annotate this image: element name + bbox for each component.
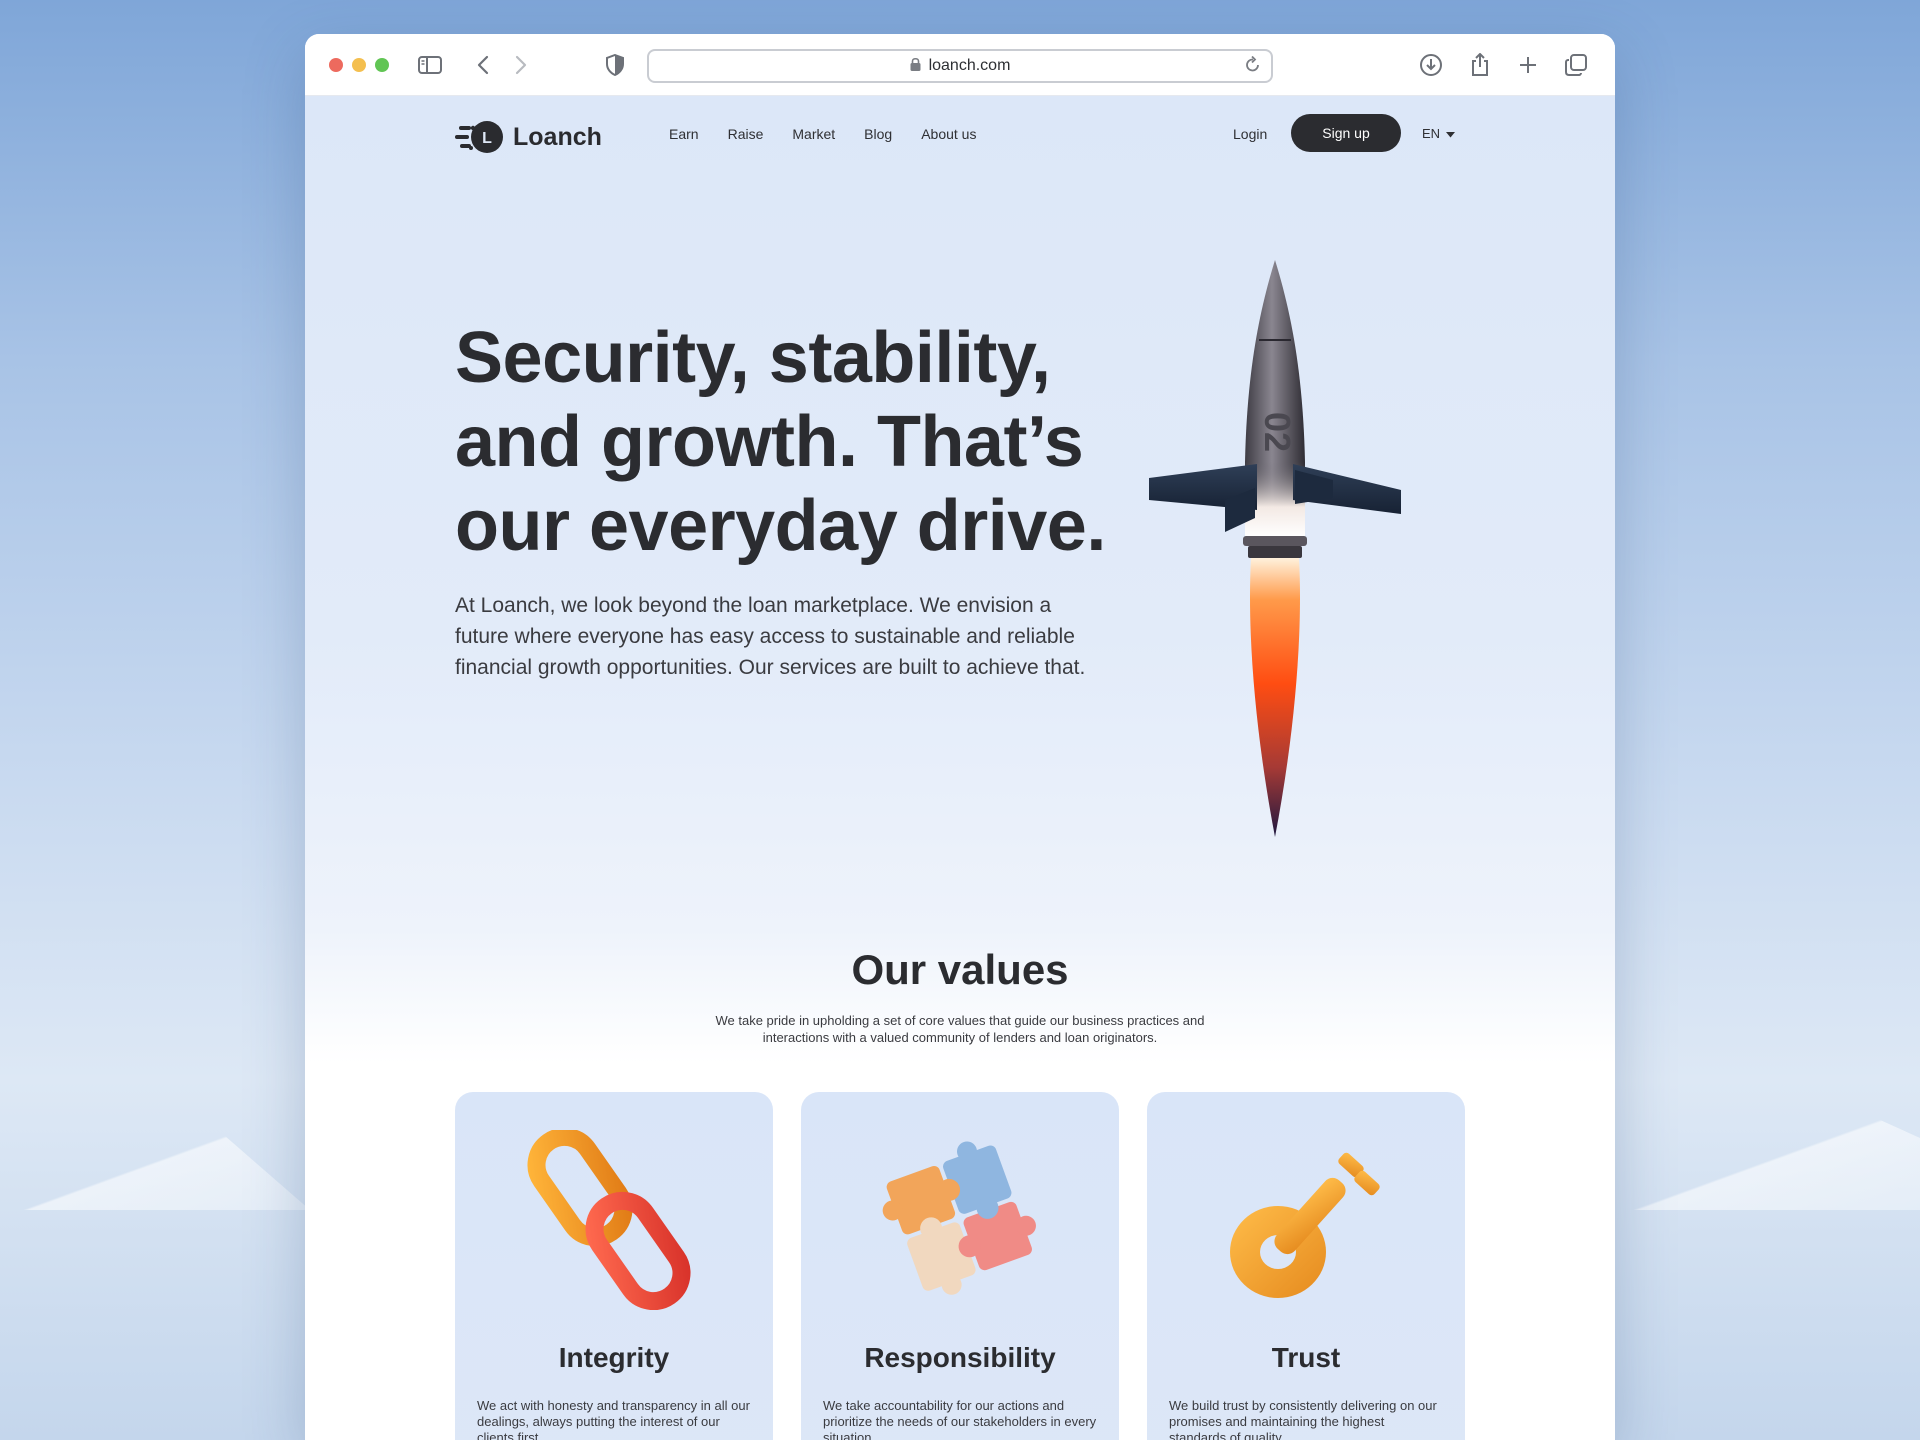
- values-subtitle: We take pride in upholding a set of core…: [715, 1013, 1205, 1045]
- address-bar[interactable]: loanch.com: [647, 49, 1273, 83]
- background-mountain-left: [0, 1102, 310, 1210]
- forward-icon[interactable]: [508, 52, 534, 78]
- caret-down-icon: [1446, 126, 1456, 141]
- tabs-overview-icon[interactable]: [1563, 52, 1589, 78]
- chain-icon: [514, 1127, 714, 1311]
- card-description: We take accountability for our actions a…: [823, 1398, 1097, 1440]
- browser-toolbar: loanch.com: [305, 34, 1615, 96]
- card-title: Trust: [1271, 1342, 1341, 1373]
- share-icon[interactable]: [1467, 52, 1493, 78]
- rocket-number-label: 02: [1257, 412, 1298, 452]
- brand-name: Loanch: [513, 122, 602, 151]
- close-window-button[interactable]: [329, 58, 343, 72]
- hero-description: At Loanch, we look beyond the loan marke…: [455, 594, 1086, 679]
- card-title: Responsibility: [864, 1342, 1056, 1373]
- card-description: We build trust by consistently deliverin…: [1169, 1398, 1437, 1440]
- hero-heading: Security, stability, and growth. That’s …: [455, 318, 1106, 566]
- shield-icon[interactable]: [602, 52, 628, 78]
- puzzle-icon: [860, 1130, 1060, 1310]
- url-text: loanch.com: [928, 57, 1011, 74]
- nav-link-earn[interactable]: Earn: [669, 126, 699, 142]
- login-link[interactable]: Login: [1233, 126, 1267, 142]
- card-title: Integrity: [558, 1342, 670, 1373]
- browser-window: loanch.com L Loanch Earn Raise Market Bl…: [305, 34, 1615, 1440]
- rocket-illustration: 02: [1147, 252, 1467, 892]
- brand-logo[interactable]: L Loanch: [455, 118, 602, 156]
- value-card-responsibility: Responsibility We take accountability fo…: [801, 1092, 1119, 1440]
- background-mountain-right: [1610, 1096, 1920, 1210]
- main-navigation: Earn Raise Market Blog About us: [669, 126, 976, 142]
- nav-link-raise[interactable]: Raise: [728, 126, 764, 142]
- language-selector[interactable]: EN: [1422, 126, 1456, 141]
- language-label: EN: [1422, 126, 1441, 141]
- maximize-window-button[interactable]: [375, 58, 389, 72]
- new-tab-icon[interactable]: [1515, 52, 1541, 78]
- minimize-window-button[interactable]: [352, 58, 366, 72]
- card-description: We act with honesty and transparency in …: [477, 1398, 750, 1440]
- lock-icon: [910, 57, 921, 76]
- nav-link-about-us[interactable]: About us: [921, 126, 976, 142]
- nav-link-market[interactable]: Market: [792, 126, 835, 142]
- download-icon[interactable]: [1418, 52, 1444, 78]
- page-content: L Loanch Earn Raise Market Blog About us: [305, 96, 1615, 1440]
- back-icon[interactable]: [470, 52, 496, 78]
- loanch-logo-icon: L: [455, 118, 505, 156]
- svg-text:L: L: [482, 130, 492, 147]
- site-header: L Loanch Earn Raise Market Blog About us: [305, 96, 1615, 176]
- key-icon: [1206, 1130, 1406, 1310]
- sidebar-icon[interactable]: [417, 52, 443, 78]
- nav-link-blog[interactable]: Blog: [864, 126, 892, 142]
- value-card-integrity: Integrity We act with honesty and transp…: [455, 1092, 773, 1440]
- reload-icon[interactable]: [1245, 55, 1261, 79]
- values-heading: Our values: [851, 946, 1069, 993]
- value-card-trust: Trust We build trust by consistently del…: [1147, 1092, 1465, 1440]
- window-controls: [329, 58, 389, 72]
- signup-button[interactable]: Sign up: [1291, 114, 1401, 152]
